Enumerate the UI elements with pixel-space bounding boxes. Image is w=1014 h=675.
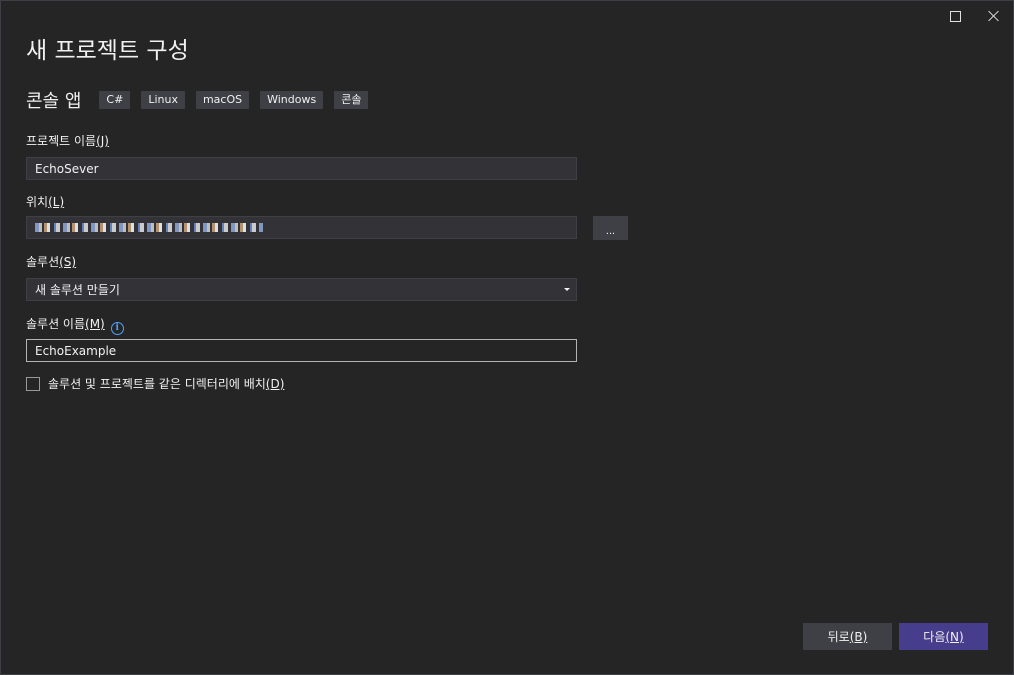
tag-console: 콘솔: [334, 91, 369, 109]
project-name-input[interactable]: [26, 157, 577, 180]
chevron-down-icon: [564, 288, 570, 291]
tag-csharp: C#: [99, 91, 131, 109]
template-name: 콘솔 앱: [26, 91, 82, 112]
tag-windows: Windows: [260, 91, 324, 109]
maximize-icon: [949, 10, 961, 22]
same-directory-option[interactable]: 솔루션 및 프로젝트를 같은 디렉터리에 배치(D): [26, 375, 284, 392]
solution-label: 솔루션(S): [26, 255, 77, 269]
solution-selected-value: 새 솔루션 만들기: [35, 283, 120, 297]
redacted-path: [35, 223, 263, 232]
maximize-button[interactable]: [940, 5, 970, 27]
solution-name-input[interactable]: [26, 339, 577, 362]
next-button[interactable]: 다음 (N): [899, 623, 988, 650]
location-input[interactable]: [26, 216, 577, 239]
tag-linux: Linux: [141, 91, 185, 109]
close-button[interactable]: [979, 5, 1009, 27]
browse-button[interactable]: ...: [593, 216, 628, 240]
same-directory-label: 솔루션 및 프로젝트를 같은 디렉터리에 배치(D): [48, 377, 285, 391]
page-title: 새 프로젝트 구성: [26, 38, 189, 64]
template-header: 콘솔 앱 C# Linux macOS Windows 콘솔: [26, 87, 379, 113]
project-name-label: 프로젝트 이름(J): [26, 134, 109, 148]
close-icon: [988, 10, 1000, 22]
solution-name-label: 솔루션 이름(M) i: [26, 315, 124, 335]
solution-dropdown[interactable]: 새 솔루션 만들기: [26, 278, 577, 301]
back-button[interactable]: 뒤로 (B): [803, 623, 892, 650]
location-label: 위치(L): [26, 195, 65, 209]
same-directory-checkbox[interactable]: [26, 376, 40, 391]
tag-macos: macOS: [195, 91, 250, 109]
info-icon[interactable]: i: [110, 322, 124, 335]
